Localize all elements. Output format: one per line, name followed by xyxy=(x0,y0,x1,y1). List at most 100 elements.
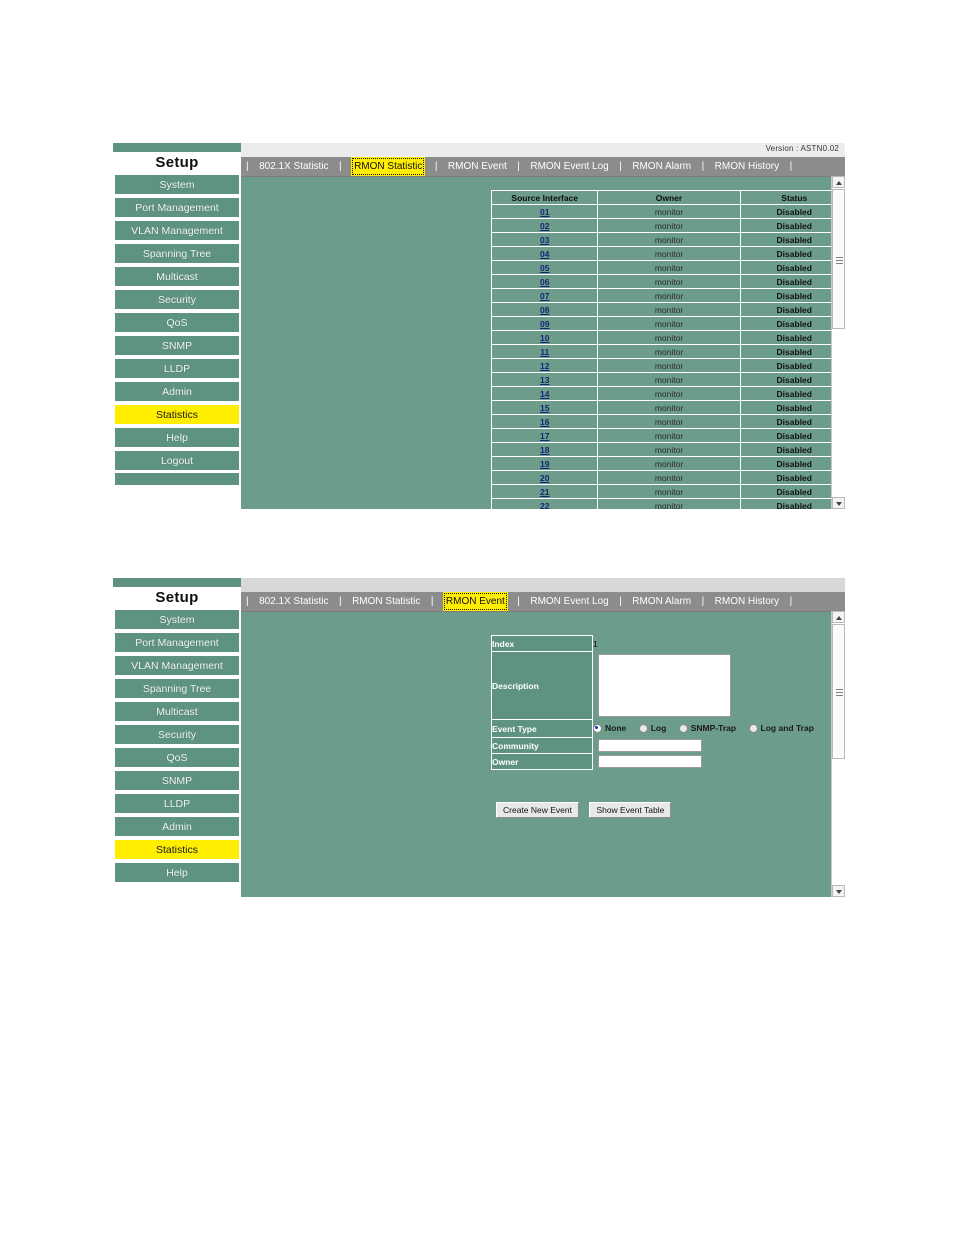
scroll-down-button[interactable] xyxy=(832,885,845,897)
tab-rmon-statistic[interactable]: RMON Statistic xyxy=(351,157,426,176)
sidebar-item-logout[interactable]: Logout xyxy=(115,450,239,471)
source-interface-link[interactable]: 16 xyxy=(540,417,549,427)
scrollbar-thumb[interactable] xyxy=(832,624,845,759)
tab-separator: | xyxy=(517,596,520,607)
source-interface-link[interactable]: 05 xyxy=(540,263,549,273)
scroll-down-button[interactable] xyxy=(832,497,845,509)
table-row: 21 monitor Disabled xyxy=(490,484,845,499)
owner-input[interactable] xyxy=(598,755,702,768)
scroll-up-button[interactable] xyxy=(832,176,845,188)
radio-snmp-trap[interactable] xyxy=(678,723,688,733)
tab-8021x-statistic[interactable]: 802.1X Statistic xyxy=(258,157,329,176)
source-interface-link[interactable]: 02 xyxy=(540,221,549,231)
source-interface-link[interactable]: 20 xyxy=(540,473,549,483)
cell-owner: monitor xyxy=(597,470,741,485)
source-interface-link[interactable]: 06 xyxy=(540,277,549,287)
sidebar-item-multicast[interactable]: Multicast xyxy=(115,701,239,722)
radio-log-and-trap[interactable] xyxy=(748,723,758,733)
cell-owner: monitor xyxy=(597,414,741,429)
source-interface-link[interactable]: 17 xyxy=(540,431,549,441)
tab-rmon-alarm[interactable]: RMON Alarm xyxy=(631,157,692,176)
sidebar-item-help[interactable]: Help xyxy=(115,862,239,883)
table-header-row: Source Interface Owner Status xyxy=(490,190,845,205)
sidebar-item-system[interactable]: System xyxy=(115,174,239,195)
sidebar-item-system[interactable]: System xyxy=(115,609,239,630)
sidebar-item-statistics[interactable]: Statistics xyxy=(115,839,239,860)
vertical-scrollbar-panel1[interactable] xyxy=(831,176,845,509)
sidebar-item-help[interactable]: Help xyxy=(115,427,239,448)
source-interface-link[interactable]: 14 xyxy=(540,389,549,399)
vertical-scrollbar-panel2[interactable] xyxy=(831,611,845,897)
tab-rmon-statistic[interactable]: RMON Statistic xyxy=(351,592,421,611)
tab-rmon-event-log[interactable]: RMON Event Log xyxy=(529,592,609,611)
cell-status: Disabled xyxy=(739,400,845,415)
form-row-description: Description xyxy=(491,651,823,720)
source-interface-link[interactable]: 03 xyxy=(540,235,549,245)
sidebar-panel2: Setup System Port Management VLAN Manage… xyxy=(113,578,241,897)
sidebar-item-snmp[interactable]: SNMP xyxy=(115,770,239,791)
sidebar-item-qos[interactable]: QoS xyxy=(115,312,239,333)
sidebar-item-admin[interactable]: Admin xyxy=(115,816,239,837)
form-row-index: Index 1 xyxy=(491,635,823,652)
sidebar-item-spanning-tree[interactable]: Spanning Tree xyxy=(115,243,239,264)
source-interface-link[interactable]: 04 xyxy=(540,249,549,259)
tab-rmon-history[interactable]: RMON History xyxy=(714,592,780,611)
create-new-event-button[interactable]: Create New Event xyxy=(496,802,579,818)
sidebar-item-spanning-tree[interactable]: Spanning Tree xyxy=(115,678,239,699)
source-interface-link[interactable]: 08 xyxy=(540,305,549,315)
source-interface-link[interactable]: 19 xyxy=(540,459,549,469)
cell-owner: monitor xyxy=(597,316,741,331)
tab-rmon-history[interactable]: RMON History xyxy=(714,157,780,176)
sidebar-item-snmp[interactable]: SNMP xyxy=(115,335,239,356)
sidebar-item-admin[interactable]: Admin xyxy=(115,381,239,402)
source-interface-link[interactable]: 13 xyxy=(540,375,549,385)
tab-separator: | xyxy=(246,161,249,172)
scrollbar-grip-icon xyxy=(836,257,843,264)
cell-source-interface: 14 xyxy=(490,386,599,401)
scrollbar-thumb[interactable] xyxy=(832,189,845,329)
tab-8021x-statistic[interactable]: 802.1X Statistic xyxy=(258,592,329,611)
sidebar-item-port-management[interactable]: Port Management xyxy=(115,197,239,218)
chevron-up-icon xyxy=(836,616,842,620)
cell-status: Disabled xyxy=(739,330,845,345)
sidebar-item-security[interactable]: Security xyxy=(115,289,239,310)
source-interface-link[interactable]: 10 xyxy=(540,333,549,343)
radio-none[interactable] xyxy=(593,723,602,733)
table-row: 11 monitor Disabled xyxy=(490,344,845,359)
sidebar-item-vlan-management[interactable]: VLAN Management xyxy=(115,655,239,676)
tab-rmon-event[interactable]: RMON Event xyxy=(447,157,508,176)
source-interface-link[interactable]: 15 xyxy=(540,403,549,413)
sidebar-item-vlan-management[interactable]: VLAN Management xyxy=(115,220,239,241)
source-interface-link[interactable]: 09 xyxy=(540,319,549,329)
scroll-up-button[interactable] xyxy=(832,611,845,623)
source-interface-link[interactable]: 18 xyxy=(540,445,549,455)
sidebar-item-qos[interactable]: QoS xyxy=(115,747,239,768)
cell-source-interface: 10 xyxy=(490,330,599,345)
source-interface-link[interactable]: 21 xyxy=(540,487,549,497)
radio-log[interactable] xyxy=(638,723,648,733)
tab-rmon-event-log[interactable]: RMON Event Log xyxy=(529,157,609,176)
tab-rmon-event[interactable]: RMON Event xyxy=(442,592,508,611)
rmon-statistic-panel: Setup System Port Management VLAN Manage… xyxy=(113,143,845,509)
source-interface-link[interactable]: 07 xyxy=(540,291,549,301)
description-cell xyxy=(593,652,823,720)
sidebar-item-lldp[interactable]: LLDP xyxy=(115,358,239,379)
screenshot-page: Setup System Port Management VLAN Manage… xyxy=(0,0,954,1235)
sidebar-item-statistics[interactable]: Statistics xyxy=(115,404,239,425)
cell-source-interface: 09 xyxy=(490,316,599,331)
source-interface-link[interactable]: 12 xyxy=(540,361,549,371)
community-input[interactable] xyxy=(598,739,702,752)
source-interface-link[interactable]: 11 xyxy=(540,347,549,357)
cell-owner: monitor xyxy=(597,498,741,509)
source-interface-link[interactable]: 22 xyxy=(540,501,549,510)
sidebar-item-security[interactable]: Security xyxy=(115,724,239,745)
show-event-table-button[interactable]: Show Event Table xyxy=(589,802,672,818)
description-textarea[interactable] xyxy=(598,654,731,717)
sidebar-item-multicast[interactable]: Multicast xyxy=(115,266,239,287)
cell-source-interface: 01 xyxy=(490,204,599,219)
source-interface-link[interactable]: 01 xyxy=(540,207,549,217)
sidebar-item-lldp[interactable]: LLDP xyxy=(115,793,239,814)
sidebar-item-port-management[interactable]: Port Management xyxy=(115,632,239,653)
radio-label-snmp-trap: SNMP-Trap xyxy=(690,723,737,734)
tab-rmon-alarm[interactable]: RMON Alarm xyxy=(631,592,692,611)
